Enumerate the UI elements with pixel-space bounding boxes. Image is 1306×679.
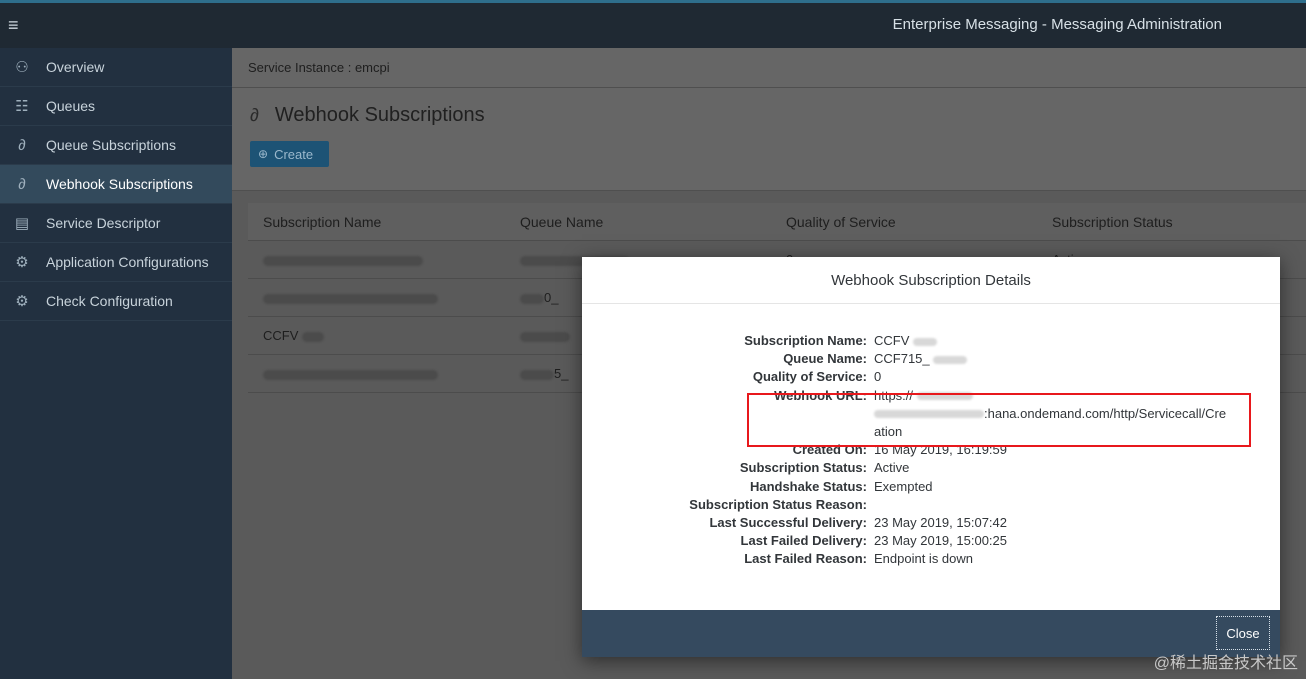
link-icon: ∂ bbox=[18, 136, 26, 154]
clipboard-icon: ▤ bbox=[14, 215, 30, 232]
add-icon: ⊕ bbox=[258, 147, 269, 161]
sidebar-item-label: Service Descriptor bbox=[46, 215, 161, 231]
redacted-text bbox=[263, 293, 438, 304]
detail-label: Last Successful Delivery: bbox=[709, 514, 867, 530]
column-header[interactable]: Subscription Name bbox=[248, 214, 506, 230]
gear-icon: ⚙ bbox=[15, 254, 29, 271]
hamburger-menu-icon[interactable]: ≡ bbox=[8, 15, 24, 35]
page-header: ∂ Webhook Subscriptions ⊕ Create bbox=[232, 88, 1306, 191]
detail-value: Exempted bbox=[874, 478, 933, 494]
detail-row: Subscription Status: Active bbox=[582, 460, 1280, 476]
detail-value: 23 May 2019, 15:07:42 bbox=[874, 514, 1007, 530]
redacted-text bbox=[520, 369, 554, 380]
details-list: Subscription Name: CCFV Queue Name: CCF7… bbox=[582, 333, 1280, 569]
column-header[interactable]: Subscription Status bbox=[1038, 214, 1306, 230]
detail-row: Queue Name: CCF715_ bbox=[582, 351, 1280, 367]
sidebar: ⚇ Overview ☷ Queues ∂ Queue Subscription… bbox=[0, 48, 232, 679]
redacted-text bbox=[263, 369, 438, 380]
sidebar-item-webhook-subscriptions[interactable]: ∂ Webhook Subscriptions bbox=[0, 165, 232, 204]
redacted-text bbox=[520, 331, 570, 342]
detail-row: Last Failed Delivery: 23 May 2019, 15:00… bbox=[582, 533, 1280, 549]
cell-subscription-name: CCFV bbox=[248, 328, 506, 343]
page-title-text: Webhook Subscriptions bbox=[274, 104, 485, 126]
sidebar-item-label: Overview bbox=[46, 59, 105, 75]
sidebar-item-overview[interactable]: ⚇ Overview bbox=[0, 48, 232, 87]
webhook-details-dialog: Webhook Subscription Details Subscriptio… bbox=[582, 257, 1280, 657]
detail-label: Last Failed Reason: bbox=[744, 551, 867, 567]
detail-value: CCF715_ bbox=[874, 351, 1252, 367]
gear-icon: ⚙ bbox=[15, 293, 29, 310]
sidebar-item-label: Queue Subscriptions bbox=[46, 137, 176, 153]
redacted-text bbox=[520, 293, 544, 304]
highlight-box bbox=[747, 393, 1251, 447]
redacted-text bbox=[263, 255, 423, 266]
detail-value: Endpoint is down bbox=[874, 551, 974, 567]
user-icon: ⚇ bbox=[15, 59, 29, 76]
detail-value: 0 bbox=[874, 369, 882, 385]
detail-row: Subscription Name: CCFV bbox=[582, 333, 1280, 349]
create-button[interactable]: ⊕ Create bbox=[250, 141, 329, 167]
watermark: @稀土掘金技术社区 bbox=[1153, 655, 1298, 672]
table-header: Subscription Name Queue Name Quality of … bbox=[248, 203, 1306, 241]
detail-row: Handshake Status: Exempted bbox=[582, 479, 1280, 495]
column-header[interactable]: Quality of Service bbox=[772, 214, 1038, 230]
detail-label: Subscription Status Reason: bbox=[689, 496, 867, 512]
queue-icon: ☷ bbox=[15, 98, 29, 115]
detail-value: 23 May 2019, 15:00:25 bbox=[874, 533, 1007, 549]
cell-subscription-name bbox=[248, 252, 506, 267]
column-header[interactable]: Queue Name bbox=[506, 214, 772, 230]
detail-label: Subscription Status: bbox=[739, 460, 867, 476]
page-title: ∂ Webhook Subscriptions bbox=[250, 104, 1290, 127]
redacted-text bbox=[302, 331, 325, 342]
sidebar-item-label: Queues bbox=[46, 98, 96, 114]
sidebar-item-check-configuration[interactable]: ⚙ Check Configuration bbox=[0, 282, 232, 321]
detail-row: Subscription Status Reason: bbox=[582, 497, 1280, 513]
sidebar-item-queue-subscriptions[interactable]: ∂ Queue Subscriptions bbox=[0, 126, 232, 165]
close-button[interactable]: Close bbox=[1216, 616, 1270, 650]
sidebar-item-label: Webhook Subscriptions bbox=[46, 176, 193, 192]
sidebar-item-label: Application Configurations bbox=[46, 254, 209, 270]
sidebar-item-application-configurations[interactable]: ⚙ Application Configurations bbox=[0, 243, 232, 282]
app-title: Enterprise Messaging - Messaging Adminis… bbox=[892, 16, 1222, 33]
sidebar-item-label: Check Configuration bbox=[46, 293, 173, 309]
create-button-label: Create bbox=[274, 146, 314, 162]
cell-subscription-name bbox=[248, 366, 506, 381]
sidebar-item-queues[interactable]: ☷ Queues bbox=[0, 87, 232, 126]
top-bar: ≡ Enterprise Messaging - Messaging Admin… bbox=[0, 0, 1306, 48]
detail-row: Quality of Service: 0 bbox=[582, 369, 1280, 385]
link-icon: ∂ bbox=[18, 175, 26, 193]
detail-label: Subscription Name: bbox=[744, 333, 867, 348]
detail-label: Last Failed Delivery: bbox=[740, 533, 867, 549]
detail-label: Quality of Service: bbox=[752, 369, 867, 385]
detail-label: Queue Name: bbox=[783, 351, 867, 367]
detail-row: Last Successful Delivery: 23 May 2019, 1… bbox=[582, 515, 1280, 531]
breadcrumb: Service Instance : emcpi bbox=[232, 48, 1306, 88]
link-icon: ∂ bbox=[250, 105, 259, 125]
cell-subscription-name bbox=[248, 290, 506, 305]
detail-row: Last Failed Reason: Endpoint is down bbox=[582, 551, 1280, 567]
detail-value bbox=[874, 497, 1252, 513]
detail-value: CCFV bbox=[874, 333, 1252, 349]
sidebar-item-service-descriptor[interactable]: ▤ Service Descriptor bbox=[0, 204, 232, 243]
detail-label: Handshake Status: bbox=[749, 478, 867, 494]
dialog-title: Webhook Subscription Details bbox=[582, 257, 1280, 304]
detail-value: Active bbox=[874, 460, 910, 476]
